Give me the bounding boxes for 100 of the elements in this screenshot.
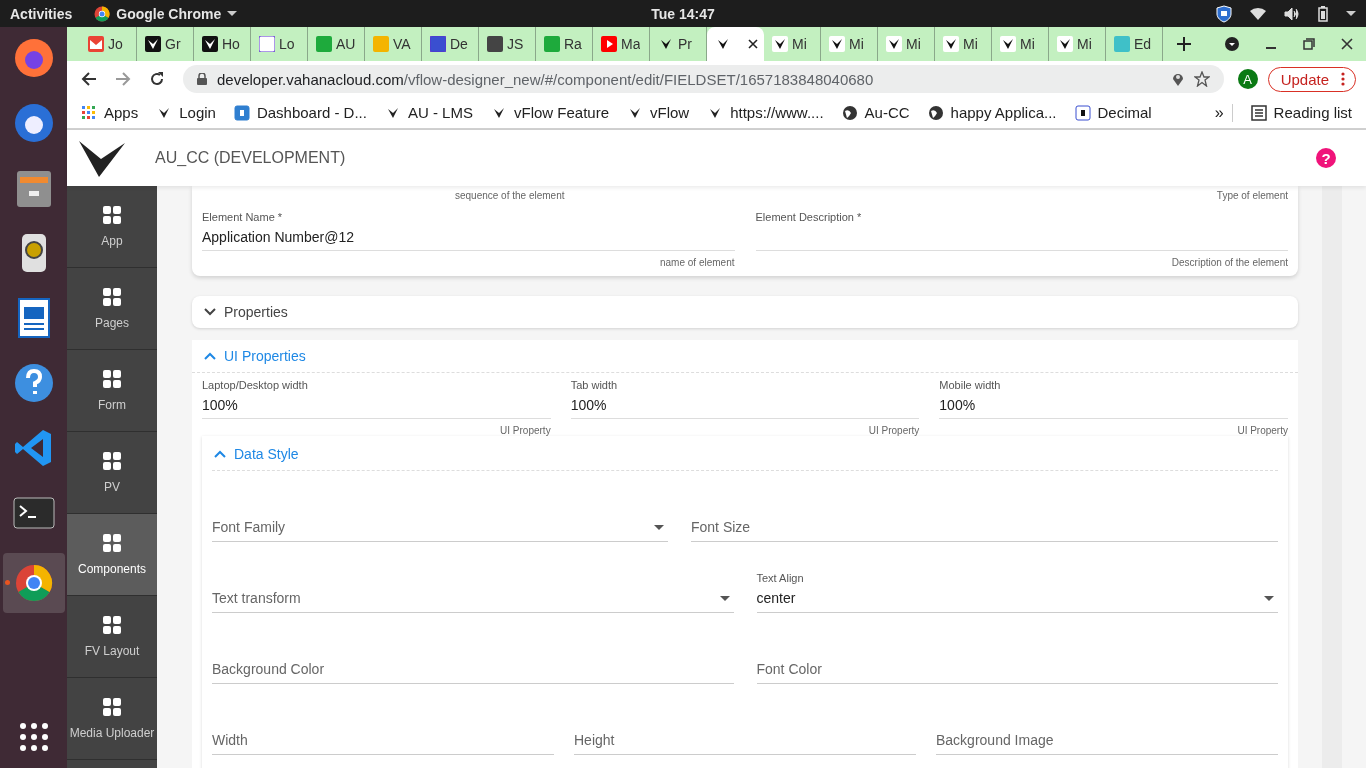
tab-title: AU [336, 36, 356, 52]
reload-icon[interactable] [149, 71, 165, 87]
field-hint: sequence of the element [453, 190, 566, 203]
grid-icon [102, 451, 122, 471]
tab-search-icon[interactable] [1225, 37, 1239, 51]
chevron-icon [204, 352, 216, 360]
new-tab-icon[interactable] [1177, 37, 1191, 51]
favicon-icon [430, 36, 446, 52]
text-field[interactable]: Tab width 100% [570, 379, 920, 419]
input-field[interactable]: Background Color [212, 641, 734, 684]
favicon-icon [1000, 36, 1016, 52]
wifi-icon[interactable] [1250, 6, 1266, 21]
grid-icon [102, 205, 122, 225]
back-icon[interactable] [81, 71, 97, 87]
sidebar-item[interactable]: Components [67, 514, 157, 596]
scrollbar[interactable] [1322, 186, 1342, 768]
update-button[interactable]: Update [1267, 66, 1356, 92]
input-field[interactable]: Font Size [691, 499, 1278, 542]
address-field[interactable]: developer.vahanacloud.com/vflow-designer_new/#/component/edit/FIELDSET/1657183848040680 [183, 65, 1224, 93]
bookmark-link[interactable]: Dashboard - D... [233, 104, 367, 121]
bookmark-link[interactable]: Login [156, 104, 216, 121]
bookmark-link[interactable]: happy Applica... [927, 104, 1057, 121]
grid-icon [102, 697, 122, 717]
tab-title: Ho [222, 36, 240, 52]
tab-title: Mi [906, 36, 921, 52]
close-icon[interactable] [748, 39, 758, 49]
favicon-icon [544, 36, 560, 52]
grid-icon [102, 533, 122, 553]
battery-icon[interactable] [1318, 5, 1328, 22]
tab-title: Mi [1077, 36, 1092, 52]
app-menu[interactable]: Google Chrome [94, 5, 238, 22]
input-field[interactable]: Width [212, 712, 554, 755]
browser-tab[interactable] [707, 27, 764, 61]
more-bookmarks-button[interactable]: » [1214, 103, 1233, 122]
text-field[interactable]: Element Name * Application Number@12 [202, 211, 735, 251]
forward-icon[interactable] [115, 71, 131, 87]
clock[interactable]: Tue 14:47 [651, 5, 715, 22]
field-hint: UI Property [1236, 425, 1288, 436]
favicon-icon [233, 104, 250, 121]
favicon-icon [1074, 104, 1091, 121]
favicon-icon [886, 36, 902, 52]
location-pin-icon[interactable] [1171, 72, 1184, 86]
section-header[interactable]: UI Properties [192, 340, 1298, 373]
bookmark-link[interactable]: vFlow Feature [490, 104, 609, 121]
bookmark-link[interactable]: Apps [81, 104, 139, 121]
app-grid-icon[interactable] [18, 722, 49, 752]
favicon-icon [373, 36, 389, 52]
dropdown-field[interactable]: Text transform [212, 570, 734, 613]
favicon-icon [772, 36, 788, 52]
tab-title: Pr [678, 36, 692, 52]
close-icon[interactable] [1341, 38, 1353, 50]
tab-title: Lo [279, 36, 295, 52]
tab-title: JS [507, 36, 524, 52]
lock-icon [197, 73, 207, 85]
field-hint: Description of the element [1170, 257, 1288, 268]
bookmark-link[interactable]: vFlow [627, 104, 690, 121]
favicon-icon [202, 36, 218, 52]
activities-button[interactable]: Activities [10, 5, 73, 22]
bookmark-link[interactable]: https://www.... [707, 104, 824, 121]
text-field[interactable]: Element Description * [755, 211, 1288, 251]
help-button[interactable]: ? [1316, 148, 1336, 168]
grid-icon [102, 615, 122, 635]
input-field[interactable]: Background Image [936, 712, 1278, 755]
section-header[interactable]: Properties [192, 296, 1298, 328]
favicon-icon [487, 36, 503, 52]
tab-title: Gr [165, 36, 181, 52]
favicon-icon [829, 36, 845, 52]
grid-icon [102, 287, 122, 307]
app-title: AU_CC (DEVELOPMENT) [155, 149, 346, 167]
dropdown-field[interactable]: Font Family [212, 499, 668, 542]
favicon-icon [943, 36, 959, 52]
tab-title: De [450, 36, 468, 52]
bookmark-link[interactable]: AU - LMS [384, 104, 473, 121]
reading-list-button[interactable]: Reading list [1250, 104, 1352, 121]
chevron-icon [204, 308, 216, 316]
more-icon [1341, 72, 1345, 86]
tab-title: Ed [1134, 36, 1152, 52]
field-hint: Type of element [1215, 190, 1288, 203]
text-field[interactable]: Laptop/Desktop width 100% [202, 379, 551, 419]
tab-title: Mi [1020, 36, 1035, 52]
text-field[interactable]: Mobile width 100% [939, 379, 1288, 419]
tab-title: Ra [564, 36, 582, 52]
bookmark-link[interactable]: Decimal [1074, 104, 1152, 121]
field-hint: UI Property [867, 425, 920, 436]
shield-icon[interactable] [1216, 4, 1232, 23]
chrome-icon [94, 5, 111, 22]
input-field[interactable]: Height [574, 712, 916, 755]
volume-icon[interactable] [1284, 6, 1300, 21]
restore-icon[interactable] [1303, 38, 1315, 50]
bookmark-star-icon[interactable] [1193, 71, 1210, 87]
field-hint: UI Property [499, 425, 551, 436]
input-field[interactable]: Font Color [756, 641, 1278, 684]
tab-title: Mi [849, 36, 864, 52]
chevron-icon [214, 450, 226, 458]
bookmark-link[interactable]: Au-CC [841, 104, 910, 121]
profile-avatar[interactable]: A [1237, 69, 1258, 89]
favicon-icon [601, 36, 617, 52]
dock-app-icon[interactable] [2, 553, 65, 613]
dropdown-field[interactable]: Text Align center [756, 570, 1278, 613]
section-header[interactable]: Data Style [212, 436, 1278, 471]
